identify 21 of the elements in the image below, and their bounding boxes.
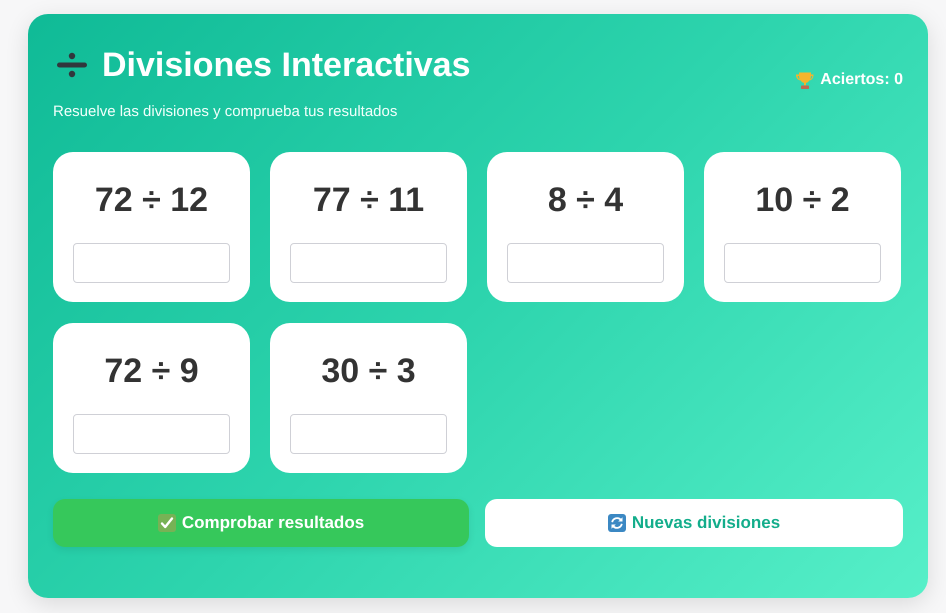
checkmark-icon xyxy=(158,514,176,532)
division-expression: 72 ÷ 12 xyxy=(94,180,208,220)
division-expression: 8 ÷ 4 xyxy=(548,180,624,220)
app-subtitle: Resuelve las divisiones y comprueba tus resultados xyxy=(53,102,398,122)
new-divisions-button[interactable]: Nuevas divisiones xyxy=(485,499,903,547)
trophy-icon xyxy=(796,71,814,89)
app-title: Divisiones Interactivas xyxy=(102,45,471,86)
division-expression: 30 ÷ 3 xyxy=(321,351,416,391)
score-counter: Aciertos: 0 xyxy=(820,70,903,90)
answer-field[interactable] xyxy=(73,414,230,454)
answer-field[interactable] xyxy=(290,414,447,454)
division-expression: 72 ÷ 9 xyxy=(104,351,199,391)
division-expression: 77 ÷ 11 xyxy=(312,180,424,220)
answer-field[interactable] xyxy=(290,243,447,283)
division-expression: 10 ÷ 2 xyxy=(755,180,850,220)
refresh-icon xyxy=(608,514,626,532)
answer-field[interactable] xyxy=(73,243,230,283)
division-sign-icon xyxy=(57,52,87,78)
answer-field[interactable] xyxy=(724,243,881,283)
check-results-button[interactable]: Comprobar resultados xyxy=(53,499,469,547)
answer-field[interactable] xyxy=(507,243,664,283)
